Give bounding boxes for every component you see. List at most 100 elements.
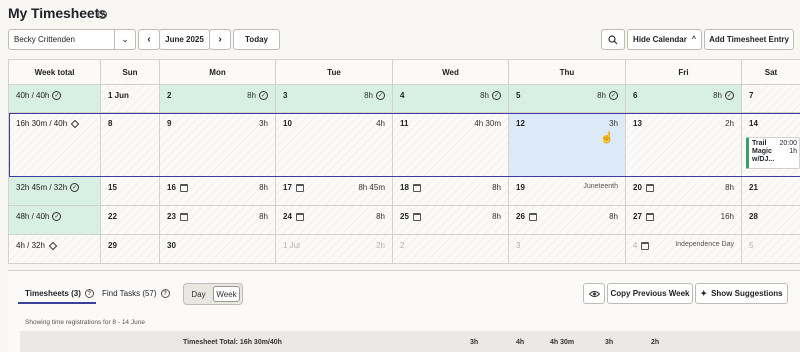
day-hours-text: 8h xyxy=(259,212,268,221)
day-view-button[interactable]: Day xyxy=(186,286,211,302)
diamond-icon xyxy=(70,119,80,128)
week-view-button[interactable]: Week xyxy=(213,286,240,302)
week-row: 32h 45m / 32h ✓ 15 16 8h 17 8h 45m 18 8h 19 Junete… xyxy=(9,177,800,206)
day-number: 27 xyxy=(633,212,654,221)
day-cell-thu[interactable]: 5 8h ✓ xyxy=(509,85,626,112)
day-number-text: 5 xyxy=(516,91,521,100)
day-cell-fri[interactable]: 20 8h xyxy=(626,177,742,205)
holiday-text: Juneteenth xyxy=(583,183,618,190)
day-cell-sun[interactable]: 22 xyxy=(101,206,160,234)
day-hours: 3h xyxy=(259,119,268,128)
header-sun: Sun xyxy=(101,60,160,85)
day-number: 2 xyxy=(167,91,171,100)
week-total-cell[interactable]: 48h / 40h ✓ xyxy=(9,206,101,234)
day-number-text: 9 xyxy=(167,119,172,128)
show-suggestions-button[interactable]: ✦ Show Suggestions xyxy=(695,283,788,304)
help-icon[interactable]: ? xyxy=(160,289,170,298)
day-number-text: 4 xyxy=(633,241,638,250)
week-total-text: 48h / 40h xyxy=(16,212,50,221)
day-cell-sun[interactable]: 1 Jun xyxy=(101,85,160,112)
day-number-text: 11 xyxy=(400,119,409,128)
visibility-button[interactable] xyxy=(583,283,605,304)
day-cell-sun[interactable]: 29 xyxy=(101,235,160,263)
week-total-cell[interactable]: 4h / 32h xyxy=(9,235,101,263)
header-mon: Mon xyxy=(160,60,276,85)
diamond-icon xyxy=(48,241,58,250)
day-hours: 8h xyxy=(376,212,385,221)
day-cell-fri[interactable]: 13 2h xyxy=(626,113,742,176)
day-number-text: 3 xyxy=(516,241,521,250)
day-cell-wed[interactable]: 4 8h ✓ xyxy=(393,85,509,112)
week-total-cell[interactable]: 40h / 40h ✓ xyxy=(9,85,101,112)
day-cell-tue[interactable]: 10 4h xyxy=(276,113,393,176)
next-month-button[interactable]: › xyxy=(209,29,231,50)
day-number: 10 xyxy=(283,119,292,128)
day-cell-thu[interactable]: 3 xyxy=(509,235,626,263)
day-cell-tue[interactable]: 3 8h ✓ xyxy=(276,85,393,112)
hide-calendar-button[interactable]: Hide Calendar ^ xyxy=(627,29,702,50)
day-cell-sun[interactable]: 8 xyxy=(101,113,160,176)
calendar-event[interactable]: Trail Magic w/DJ... 20:00 1h xyxy=(746,137,800,169)
day-number: 23 xyxy=(167,212,188,221)
timesheet-total: Timesheet Total: 16h 30m/40h xyxy=(183,339,282,346)
day-number-text: 4 xyxy=(400,91,405,100)
day-cell-sat[interactable]: 21 xyxy=(742,177,800,205)
day-cell-mon[interactable]: 9 3h xyxy=(160,113,276,176)
week-total-cell[interactable]: 32h 45m / 32h ✓ xyxy=(9,177,101,205)
day-cell-wed[interactable]: 2 xyxy=(393,235,509,263)
date-range-text: Showing time registrations for 8 - 14 Ju… xyxy=(25,319,145,326)
day-cell-fri[interactable]: 4 Independence Day xyxy=(626,235,742,263)
day-cell-sat[interactable]: 14 Trail Magic w/DJ... 20:00 1h xyxy=(742,113,800,176)
day-number-text: 1 Jul xyxy=(283,241,300,250)
week-total-cell[interactable]: 16h 30m / 40h xyxy=(9,113,101,176)
day-total: 4h 30m xyxy=(550,339,575,346)
day-hours: 4h xyxy=(376,119,385,128)
help-icon[interactable]: ? xyxy=(84,289,94,298)
day-number-text: 3 xyxy=(283,91,288,100)
day-number-text: 27 xyxy=(633,212,642,221)
day-cell-sun[interactable]: 15 xyxy=(101,177,160,205)
day-cell-tue[interactable]: 1 Jul 2h xyxy=(276,235,393,263)
day-number: 1 Jun xyxy=(108,91,129,100)
day-number: 29 xyxy=(108,241,117,250)
day-cell-mon[interactable]: 16 8h xyxy=(160,177,276,205)
event-time: 20:00 xyxy=(779,140,797,147)
tab-timesheets[interactable]: Timesheets (3) ? xyxy=(25,289,94,298)
day-cell-mon[interactable]: 2 8h ✓ xyxy=(160,85,276,112)
tab-find-tasks[interactable]: Find Tasks (57) ? xyxy=(102,289,170,298)
day-cell-fri[interactable]: 6 8h ✓ xyxy=(626,85,742,112)
day-hours: 8h xyxy=(259,212,268,221)
day-total: 3h xyxy=(605,339,614,346)
day-number: 3 xyxy=(283,91,287,100)
day-cell-tue[interactable]: 17 8h 45m xyxy=(276,177,393,205)
day-number: 5 xyxy=(749,241,753,250)
add-timesheet-entry-button[interactable]: Add Timesheet Entry xyxy=(704,29,794,50)
prev-month-button[interactable]: ‹ xyxy=(138,29,160,50)
chevron-right-icon: › xyxy=(218,34,222,45)
today-button[interactable]: Today xyxy=(233,29,280,50)
day-cell-thu[interactable]: 19 Juneteenth xyxy=(509,177,626,205)
day-cell-sat[interactable]: 7 xyxy=(742,85,800,112)
day-cell-wed[interactable]: 18 8h xyxy=(393,177,509,205)
search-button[interactable] xyxy=(601,29,625,50)
day-cell-thu[interactable]: 26 8h xyxy=(509,206,626,234)
timesheet-calendar: Week total Sun Mon Tue Wed Thu Fri Sat 40h / 40h… xyxy=(8,59,800,264)
day-cell-mon[interactable]: 23 8h xyxy=(160,206,276,234)
day-number-text: 26 xyxy=(516,212,525,221)
day-cell-thu[interactable]: 12 3h xyxy=(509,113,626,176)
copy-previous-week-button[interactable]: Copy Previous Week xyxy=(607,283,693,304)
holiday-text: Independence Day xyxy=(675,241,734,248)
day-cell-tue[interactable]: 24 8h xyxy=(276,206,393,234)
help-icon[interactable]: ? xyxy=(98,10,107,19)
day-cell-sat[interactable]: 5 xyxy=(742,235,800,263)
day-hours: 8h ✓ xyxy=(364,91,385,100)
user-select[interactable]: Becky Crittenden ⌄ xyxy=(8,29,136,50)
day-cell-wed[interactable]: 25 8h xyxy=(393,206,509,234)
day-hours-text: 8h xyxy=(609,212,618,221)
column-divider xyxy=(159,60,160,263)
day-cell-mon[interactable]: 30 xyxy=(160,235,276,263)
day-cell-fri[interactable]: 27 16h xyxy=(626,206,742,234)
day-cell-sat[interactable]: 28 xyxy=(742,206,800,234)
day-cell-wed[interactable]: 11 4h 30m xyxy=(393,113,509,176)
column-divider xyxy=(275,60,276,263)
